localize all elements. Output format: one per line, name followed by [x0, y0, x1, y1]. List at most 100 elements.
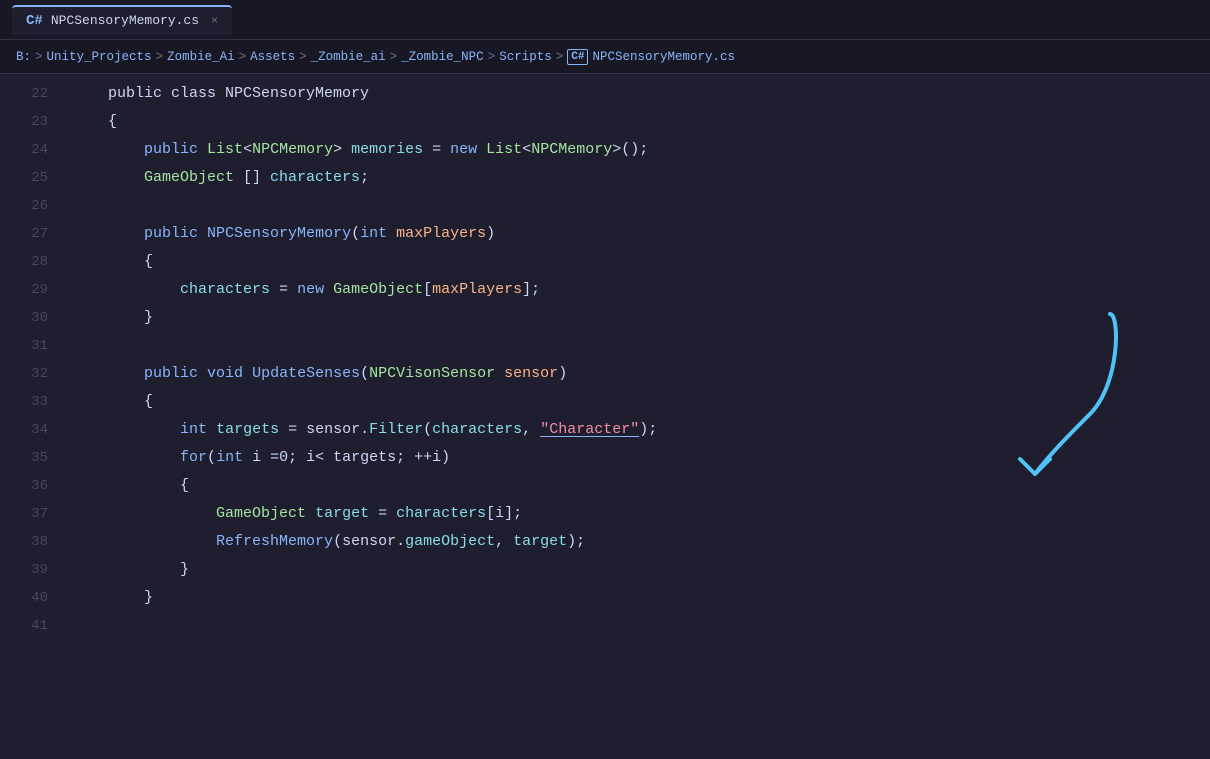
token: = [423, 136, 450, 164]
token: Filter [369, 416, 423, 444]
token: . [360, 416, 369, 444]
token: GameObject [144, 164, 234, 192]
token: maxPlayers [432, 276, 522, 304]
token: maxPlayers [396, 220, 486, 248]
token [495, 360, 504, 388]
token: [ [423, 276, 432, 304]
code-line [72, 332, 1210, 360]
token: for [180, 444, 207, 472]
token: UpdateSenses [252, 360, 360, 388]
token: new [450, 136, 477, 164]
token: , [522, 416, 540, 444]
code-line: { [72, 388, 1210, 416]
breadcrumb-part-0[interactable]: Unity_Projects [47, 50, 152, 64]
token: characters [270, 164, 360, 192]
token [72, 276, 180, 304]
token: GameObject [216, 500, 306, 528]
line-number: 34 [0, 416, 48, 444]
token [72, 416, 180, 444]
token: characters [180, 276, 270, 304]
token: ); [639, 416, 657, 444]
code-line: public List<NPCMemory> memories = new Li… [72, 136, 1210, 164]
token: < [522, 136, 531, 164]
code-line: int targets = sensor.Filter(characters, … [72, 416, 1210, 444]
token: public [144, 136, 198, 164]
breadcrumb-part-1[interactable]: Zombie_Ai [167, 50, 235, 64]
code-line: characters = new GameObject[maxPlayers]; [72, 276, 1210, 304]
token: NPCMemory [252, 136, 333, 164]
token: GameObject [333, 276, 423, 304]
token: ; [360, 164, 369, 192]
token [198, 136, 207, 164]
tab-close-button[interactable]: × [211, 14, 218, 28]
breadcrumb-part-3[interactable]: _Zombie_ai [311, 50, 386, 64]
token: ]; [522, 276, 540, 304]
token: [] [234, 164, 270, 192]
code-line: RefreshMemory(sensor.gameObject, target)… [72, 528, 1210, 556]
code-line: public class NPCSensoryMemory [72, 80, 1210, 108]
token: . [396, 528, 405, 556]
token: ( [423, 416, 432, 444]
line-number: 30 [0, 304, 48, 332]
token: memories [351, 136, 423, 164]
code-editor: 2223242526272829303132333435363738394041… [0, 74, 1210, 759]
token [387, 220, 396, 248]
token: >(); [612, 136, 648, 164]
breadcrumb-part-5[interactable]: Scripts [499, 50, 552, 64]
line-number: 22 [0, 80, 48, 108]
breadcrumb-part-2[interactable]: Assets [250, 50, 295, 64]
token [306, 500, 315, 528]
token: = [270, 276, 297, 304]
token: { [72, 248, 153, 276]
token: ( [333, 528, 342, 556]
code-line: } [72, 556, 1210, 584]
code-line [72, 192, 1210, 220]
token [324, 276, 333, 304]
token [198, 360, 207, 388]
token: target [315, 500, 369, 528]
line-number: 24 [0, 136, 48, 164]
token [72, 136, 144, 164]
line-number: 26 [0, 192, 48, 220]
line-number: 31 [0, 332, 48, 360]
token: public [144, 220, 198, 248]
code-line [72, 612, 1210, 640]
code-content[interactable]: public class NPCSensoryMemory { public L… [60, 74, 1210, 759]
token: targets [216, 416, 279, 444]
line-number: 40 [0, 584, 48, 612]
token: ) [486, 220, 495, 248]
file-tab[interactable]: C# NPCSensoryMemory.cs × [12, 5, 232, 35]
token: "Character" [540, 416, 639, 444]
line-number: 29 [0, 276, 48, 304]
line-number: 36 [0, 472, 48, 500]
token: < [243, 136, 252, 164]
code-line: GameObject [] characters; [72, 164, 1210, 192]
line-number: 27 [0, 220, 48, 248]
title-bar: C# NPCSensoryMemory.cs × [0, 0, 1210, 40]
breadcrumb-part-4[interactable]: _Zombie_NPC [401, 50, 484, 64]
tab-filename: NPCSensoryMemory.cs [51, 13, 199, 28]
token: ( [360, 360, 369, 388]
token: , [495, 528, 513, 556]
token: ( [351, 220, 360, 248]
token: ) [558, 360, 567, 388]
token: NPCVisonSensor [369, 360, 495, 388]
line-number: 25 [0, 164, 48, 192]
line-number: 35 [0, 444, 48, 472]
token: NPCSensoryMemory [207, 220, 351, 248]
line-number: 32 [0, 360, 48, 388]
token: target [513, 528, 567, 556]
token [72, 444, 180, 472]
token: sensor [342, 528, 396, 556]
token: characters [396, 500, 486, 528]
code-line: { [72, 472, 1210, 500]
token: List [207, 136, 243, 164]
code-line: { [72, 108, 1210, 136]
token: = [369, 500, 396, 528]
token: RefreshMemory [216, 528, 333, 556]
token [72, 220, 144, 248]
token [72, 500, 216, 528]
line-number: 33 [0, 388, 48, 416]
token: int [180, 416, 207, 444]
token: new [297, 276, 324, 304]
